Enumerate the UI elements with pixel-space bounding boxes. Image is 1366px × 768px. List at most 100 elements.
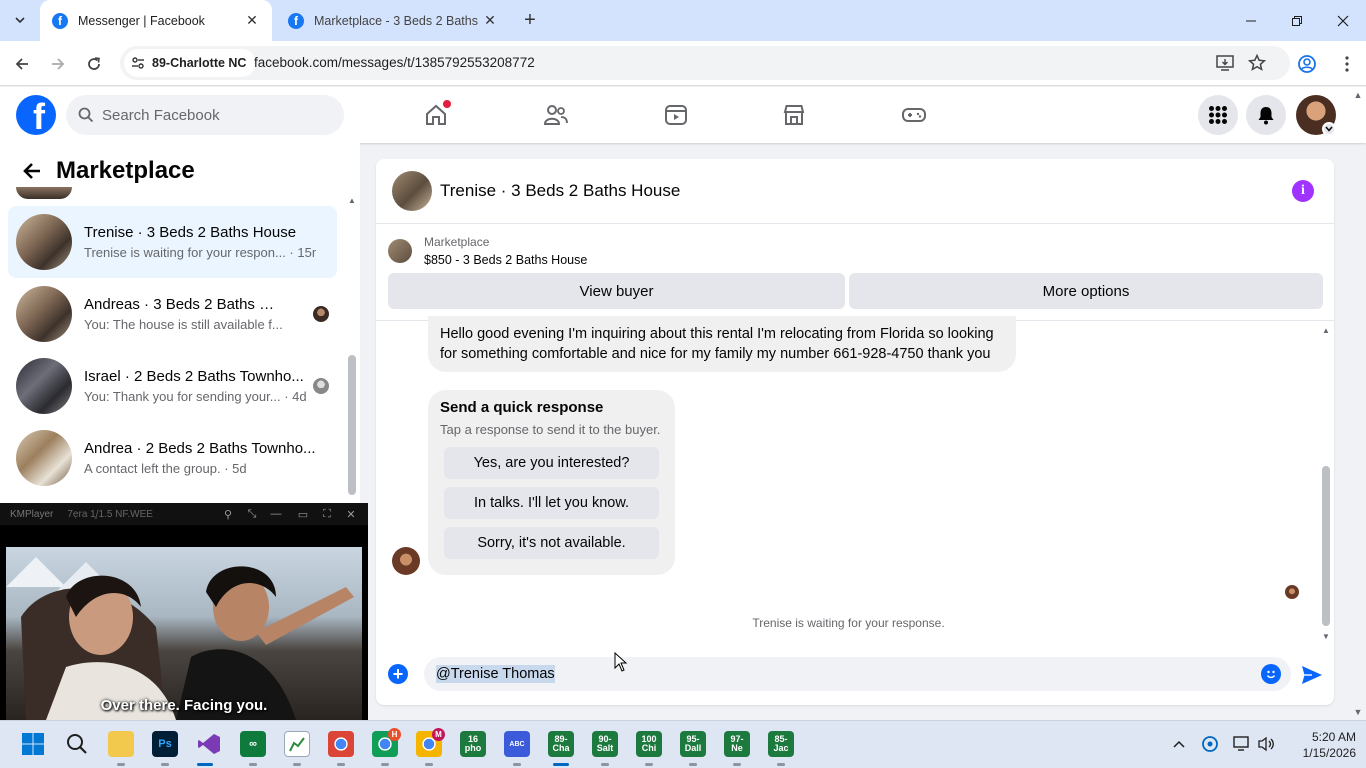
taskbar-app-dall[interactable]: 95- Dall xyxy=(680,731,706,757)
site-chip-label: 89-Charlotte NC xyxy=(152,56,247,70)
site-info-chip[interactable]: 89-Charlotte NC xyxy=(124,49,257,77)
profile-button[interactable] xyxy=(1293,50,1321,78)
message-composer[interactable]: @Trenise Thomas xyxy=(424,657,1291,691)
conversation-avatar[interactable] xyxy=(392,171,432,211)
sidebar-back-button[interactable] xyxy=(14,153,50,189)
nav-home[interactable] xyxy=(416,95,456,135)
restore-icon[interactable]: ▭ xyxy=(295,506,311,522)
close-icon[interactable]: ✕ xyxy=(482,12,498,29)
chat-scrollbar-thumb[interactable] xyxy=(1322,466,1330,626)
spreadsheet-icon[interactable] xyxy=(284,731,310,757)
taskbar-app-ne[interactable]: 97- Ne xyxy=(724,731,750,757)
nav-marketplace[interactable] xyxy=(774,95,814,135)
scroll-down-arrow[interactable]: ▼ xyxy=(1321,631,1331,641)
sidebar-scrollbar-thumb[interactable] xyxy=(348,355,356,495)
minimize-button[interactable] xyxy=(1228,0,1274,41)
info-icon[interactable]: i xyxy=(1292,180,1314,202)
taskbar-indicator xyxy=(425,763,433,766)
facebook-favicon-icon: f xyxy=(52,12,68,29)
conversation-item[interactable]: Andrea · 2 Beds 2 Baths Townho... A cont… xyxy=(8,422,337,494)
url-text[interactable]: facebook.com/messages/t/1385792553208772 xyxy=(254,55,535,70)
read-receipt-avatar xyxy=(313,306,329,322)
taskbar-indicator xyxy=(161,763,169,766)
install-app-icon[interactable] xyxy=(1214,52,1236,74)
sync-icon[interactable] xyxy=(1201,735,1219,753)
profile-badge: M xyxy=(432,728,445,741)
page-scroll-down-arrow[interactable]: ▼ xyxy=(1352,707,1364,717)
send-button[interactable] xyxy=(1300,663,1324,687)
chevron-up-icon[interactable] xyxy=(1170,735,1188,753)
more-options-button[interactable]: More options xyxy=(849,273,1323,309)
mention-text[interactable]: @Trenise Thomas xyxy=(436,665,555,683)
taskbar-app-salt[interactable]: 90- Salt xyxy=(592,731,618,757)
chat-title[interactable]: Trenise · 3 Beds 2 Baths House xyxy=(440,181,680,201)
listing-thumbnail xyxy=(16,358,72,414)
back-button[interactable] xyxy=(8,50,36,78)
tab-search-button[interactable] xyxy=(8,8,32,32)
video-frame[interactable]: Over there. Facing you. xyxy=(6,547,362,720)
chat-header: Trenise · 3 Beds 2 Baths House i xyxy=(376,159,1334,224)
start-button[interactable] xyxy=(20,731,46,757)
conversation-item[interactable]: Israel · 2 Beds 2 Baths Townho... You: T… xyxy=(8,350,337,422)
emoji-icon[interactable] xyxy=(1261,664,1281,684)
listing-title[interactable]: $850 - 3 Beds 2 Baths House xyxy=(424,253,587,267)
notifications-button[interactable] xyxy=(1246,95,1286,135)
search-button[interactable] xyxy=(64,731,90,757)
buyer-avatar[interactable] xyxy=(392,547,420,575)
restore-button[interactable] xyxy=(1274,0,1320,41)
browser-menu-button[interactable] xyxy=(1333,50,1361,78)
facebook-favicon-icon: f xyxy=(288,12,304,29)
menu-button[interactable] xyxy=(1198,95,1238,135)
close-icon[interactable]: ✕ xyxy=(343,506,359,522)
monitor-icon[interactable] xyxy=(1233,735,1251,753)
facebook-search[interactable] xyxy=(66,95,344,135)
compact-icon[interactable]: ⤡ xyxy=(244,506,260,522)
view-buyer-button[interactable]: View buyer xyxy=(388,273,845,309)
tab-messenger[interactable]: f Messenger | Facebook ✕ xyxy=(40,0,272,41)
quick-response-yes[interactable]: Yes, are you interested? xyxy=(444,447,659,479)
system-clock[interactable]: 5:20 AM 1/15/2026 xyxy=(1290,729,1356,761)
photoshop-icon[interactable]: Ps xyxy=(152,731,178,757)
close-icon[interactable]: ✕ xyxy=(244,12,260,29)
tune-icon xyxy=(132,57,144,69)
page-scroll-up-arrow[interactable]: ▲ xyxy=(1352,90,1364,100)
nav-video[interactable] xyxy=(656,95,696,135)
taskbar-app-charlotte[interactable]: 89- Cha xyxy=(548,731,574,757)
tab-marketplace[interactable]: f Marketplace - 3 Beds 2 Baths H ✕ xyxy=(276,0,510,41)
nav-gaming[interactable] xyxy=(894,95,934,135)
account-circle-icon xyxy=(1298,55,1316,73)
pin-icon[interactable]: ⚲ xyxy=(220,506,236,522)
bookmark-star-icon[interactable] xyxy=(1246,52,1268,74)
fullscreen-icon[interactable]: ⛶ xyxy=(319,506,335,522)
nav-friends[interactable] xyxy=(536,95,576,135)
plus-icon[interactable]: + xyxy=(388,664,408,684)
windows-taskbar: Ps ∞ H M 16 pho ABC 89- Cha 90- Salt 100… xyxy=(0,720,1366,768)
taskbar-app-chi[interactable]: 100 Chi xyxy=(636,731,662,757)
abc-news-icon[interactable]: ABC xyxy=(504,731,530,757)
visual-studio-icon[interactable] xyxy=(196,731,222,757)
volume-icon[interactable] xyxy=(1257,735,1275,753)
reload-button[interactable] xyxy=(80,50,108,78)
taskbar-app-pho[interactable]: 16 pho xyxy=(460,731,486,757)
new-tab-button[interactable]: + xyxy=(518,8,542,32)
scroll-up-arrow[interactable]: ▲ xyxy=(347,195,357,205)
taskbar-app-jac[interactable]: 85- Jac xyxy=(768,731,794,757)
minimize-icon[interactable]: — xyxy=(268,506,284,522)
scroll-up-arrow[interactable]: ▲ xyxy=(1321,325,1331,335)
file-explorer-icon[interactable] xyxy=(108,731,134,757)
facebook-logo[interactable]: f xyxy=(16,95,56,135)
conversation-item[interactable]: Trenise · 3 Beds 2 Baths House Trenise i… xyxy=(8,206,337,278)
omnibox[interactable]: 89-Charlotte NC facebook.com/messages/t/… xyxy=(120,46,1290,80)
taskbar-indicator xyxy=(337,763,345,766)
chevron-down-icon[interactable] xyxy=(1322,122,1336,136)
chrome-icon[interactable] xyxy=(328,731,354,757)
quick-response-not-available[interactable]: Sorry, it's not available. xyxy=(444,527,659,559)
close-window-button[interactable] xyxy=(1320,0,1366,41)
search-input[interactable] xyxy=(102,106,322,124)
windows-logo-icon xyxy=(22,733,44,755)
conversation-item[interactable]: Andreas · 3 Beds 2 Baths House You: The … xyxy=(8,278,337,350)
forward-button[interactable] xyxy=(44,50,72,78)
kmplayer-taskbar-icon[interactable]: ∞ xyxy=(240,731,266,757)
kmplayer-titlebar[interactable]: KMPlayer 7ẹra 1̥/1.5 NF.WEE xyxy=(0,503,368,525)
quick-response-in-talks[interactable]: In talks. I'll let you know. xyxy=(444,487,659,519)
